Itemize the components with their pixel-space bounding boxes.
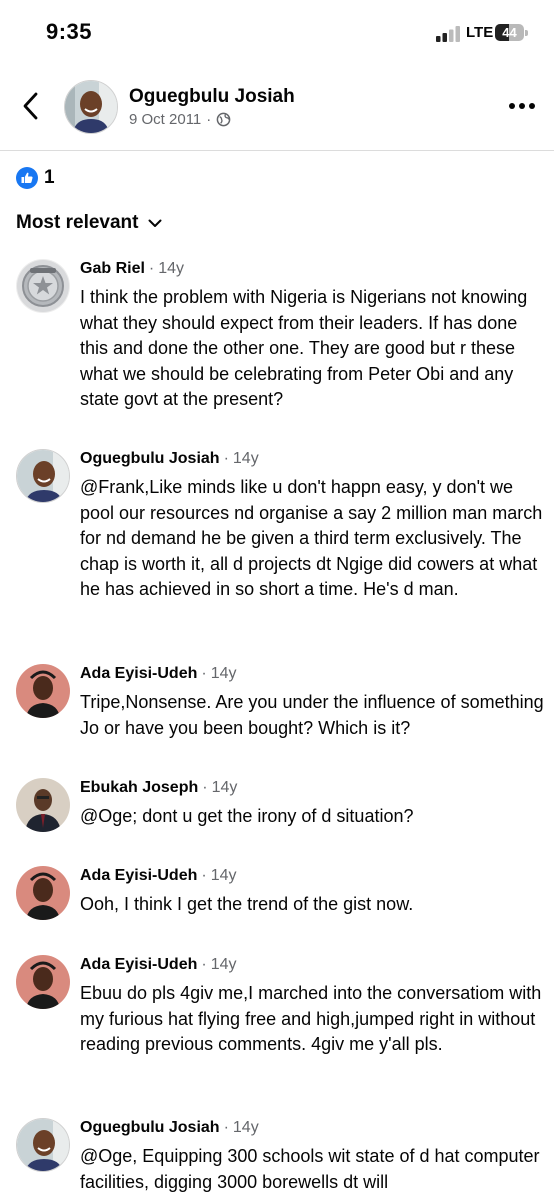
comment-text: @Frank,Like minds like u don't happn eas… [80,477,543,599]
comment-separator: · [202,779,208,796]
comment-text: @Oge, Equipping 300 schools wit state of… [80,1146,540,1192]
comment-time[interactable]: 14y [212,778,238,798]
commenter-name[interactable]: Ada Eyisi-Udeh [80,955,197,975]
comment-time[interactable]: 14y [211,866,237,886]
post-meta: 9 Oct 2011 · [129,111,231,128]
signal-icon [436,26,460,42]
police-badge-icon [16,259,70,313]
globe-icon [216,112,231,127]
comment-time[interactable]: 14y [233,449,259,469]
battery-level: 44 [502,25,517,40]
comment-separator: · [201,867,207,884]
more-options-icon[interactable] [508,102,536,110]
back-arrow-icon[interactable] [18,90,44,122]
reaction-summary[interactable]: 1 [16,167,55,189]
commenter-avatar[interactable] [16,664,70,718]
battery-icon: 44 [495,24,529,42]
commenter-avatar[interactable] [16,1118,70,1172]
commenter-avatar[interactable] [16,955,70,1009]
commenter-name[interactable]: Gab Riel [80,259,145,279]
commenter-name[interactable]: Ada Eyisi-Udeh [80,866,197,886]
commenter-name[interactable]: Ada Eyisi-Udeh [80,664,197,684]
commenter-name[interactable]: Oguegbulu Josiah [80,449,220,469]
comment-time[interactable]: 14y [211,955,237,975]
comment-separator: · [223,1119,229,1136]
comment-time[interactable]: 14y [233,1118,259,1138]
meta-separator: · [206,111,212,128]
comment-time[interactable]: 14y [211,664,237,684]
comment-sort-dropdown[interactable]: Most relevant [16,212,162,234]
post-date: 9 Oct 2011 [129,111,202,128]
like-icon [16,167,38,189]
chevron-down-icon [148,219,162,227]
comment-text: Tripe,Nonsense. Are you under the influe… [80,692,544,738]
network-type: LTE [466,24,494,41]
commenter-avatar[interactable] [16,449,70,503]
author-avatar[interactable] [64,80,118,134]
comment-time[interactable]: 14y [158,259,184,279]
author-name[interactable]: Oguegbulu Josiah [129,86,295,108]
reaction-count: 1 [44,167,55,188]
comment-separator: · [201,956,207,973]
post-header: Oguegbulu Josiah 9 Oct 2011 · [0,66,554,151]
commenter-avatar[interactable] [16,866,70,920]
commenter-name[interactable]: Ebukah Joseph [80,778,198,798]
sort-label: Most relevant [16,212,139,233]
commenter-name[interactable]: Oguegbulu Josiah [80,1118,220,1138]
comment-separator: · [201,665,207,682]
commenter-avatar[interactable] [16,778,70,832]
comment-separator: · [223,450,229,467]
comment-text: Ebuu do pls 4giv me,I marched into the c… [80,983,542,1054]
comment-text: Ooh, I think I get the trend of the gist… [80,894,414,914]
commenter-avatar[interactable] [16,259,70,313]
comment-separator: · [148,260,155,277]
status-time: 9:35 [46,19,93,44]
status-bar: 9:35 LTE 44 [0,0,554,66]
comment-text: I think the problem with Nigeria is Nige… [80,287,528,409]
comment-text: @Oge; dont u get the irony of d situatio… [80,806,414,826]
